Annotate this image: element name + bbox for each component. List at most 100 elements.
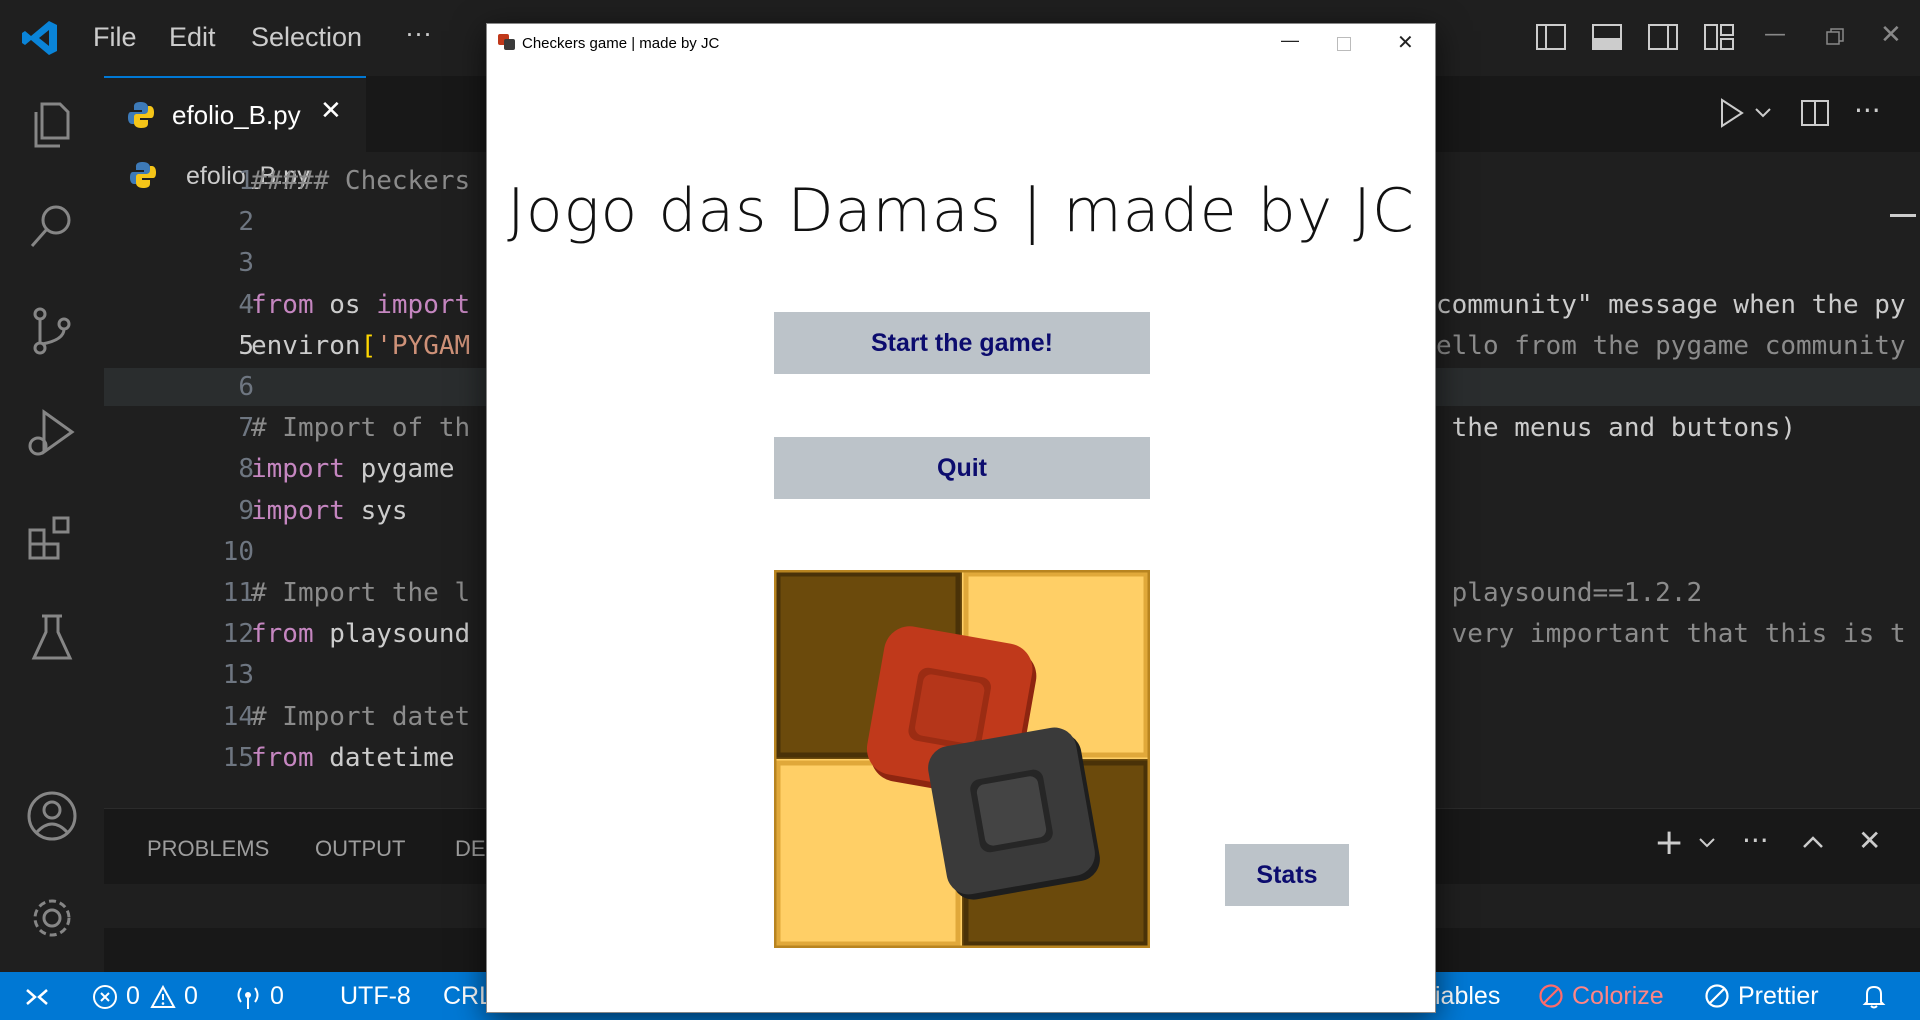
variables-status[interactable]: iables <box>1435 982 1500 1011</box>
testing-icon[interactable] <box>22 608 82 668</box>
line-number: 13 <box>222 660 254 691</box>
minimap-slider[interactable] <box>1890 214 1916 217</box>
tab-close-icon[interactable]: ✕ <box>320 96 342 126</box>
warning-icon[interactable] <box>150 984 176 1010</box>
run-debug-icon[interactable] <box>22 402 82 462</box>
error-icon[interactable] <box>92 984 118 1010</box>
tab-efolio-b[interactable]: efolio_B.py ✕ <box>104 76 366 152</box>
python-file-icon <box>128 102 154 128</box>
code-token: import <box>251 495 345 526</box>
menu-file[interactable]: File <box>93 22 137 53</box>
search-icon[interactable] <box>22 196 82 256</box>
code-line: import sys <box>251 496 408 526</box>
notifications-bell-icon[interactable] <box>1860 982 1888 1010</box>
close-panel-icon[interactable]: ✕ <box>1858 824 1881 857</box>
code-token: from <box>251 289 314 320</box>
maximize-panel-icon[interactable] <box>1800 830 1826 856</box>
explorer-icon[interactable] <box>22 94 82 154</box>
prettier-status[interactable]: Prettier <box>1738 982 1819 1011</box>
line-number: 15 <box>222 742 254 773</box>
settings-gear-icon[interactable] <box>22 888 82 948</box>
toggle-secondary-sidebar-icon[interactable] <box>1646 20 1680 54</box>
code-line: ##### Checkers <box>251 166 470 196</box>
menu-selection[interactable]: Selection <box>251 22 362 53</box>
remote-icon[interactable] <box>22 982 52 1012</box>
line-number: 7 <box>238 413 254 444</box>
game-maximize-icon[interactable] <box>1337 37 1351 51</box>
stats-button[interactable]: Stats <box>1225 844 1349 906</box>
code-line: # Import of th <box>251 413 470 443</box>
line-number: 11 <box>222 578 254 608</box>
game-window: Checkers game | made by JC — ✕ Jogo das … <box>486 23 1436 1013</box>
chevron-down-icon[interactable] <box>1696 834 1718 852</box>
tab-debug-console[interactable]: DE <box>455 836 486 862</box>
code-token: 'PYGAM <box>376 330 471 361</box>
tab-output[interactable]: OUTPUT <box>315 836 405 862</box>
colorize-disabled-icon[interactable] <box>1538 983 1564 1009</box>
code-token: pygame <box>344 454 471 485</box>
code-token: ##### Checkers <box>251 166 471 196</box>
code-token: os <box>313 289 377 320</box>
run-file-icon[interactable] <box>1716 96 1746 130</box>
ports-count[interactable]: 0 <box>270 982 284 1011</box>
start-game-button[interactable]: Start the game! <box>774 312 1150 374</box>
code-token: sys <box>344 495 408 526</box>
code-line-tail: very important that this is t <box>1436 619 1906 649</box>
code-line: from playsound <box>251 619 470 649</box>
checkers-app-icon <box>498 34 515 50</box>
toggle-primary-sidebar-icon[interactable] <box>1534 20 1568 54</box>
accounts-icon[interactable] <box>22 786 82 846</box>
ports-broadcast-icon[interactable] <box>234 983 262 1011</box>
code-line: import pygame <box>251 454 470 484</box>
checkers-board-logo <box>774 570 1150 948</box>
colorize-status[interactable]: Colorize <box>1572 982 1664 1011</box>
customize-layout-icon[interactable] <box>1702 20 1736 54</box>
encoding-status[interactable]: UTF-8 <box>340 982 411 1011</box>
code-line: # Import the l <box>251 578 470 608</box>
game-heading: Jogo das Damas | made by JC <box>507 176 1415 246</box>
code-token: playsound <box>313 619 471 650</box>
source-control-icon[interactable] <box>22 300 82 360</box>
line-number: 12 <box>222 619 254 650</box>
code-token: import <box>376 289 471 320</box>
code-token: from <box>251 619 314 650</box>
line-number: 10 <box>222 536 254 567</box>
quit-button[interactable]: Quit <box>774 437 1150 499</box>
code-token: from <box>251 742 314 773</box>
code-token: # Import the l <box>251 578 471 608</box>
code-token: datetime <box>313 742 471 773</box>
game-minimize-icon[interactable]: — <box>1281 30 1299 51</box>
menu-more[interactable]: ··· <box>405 18 432 49</box>
code-token: environ <box>251 330 361 361</box>
code-token: community" message when the py <box>1436 289 1906 320</box>
menu-edit[interactable]: Edit <box>169 22 216 53</box>
minimize-window-icon[interactable]: — <box>1764 22 1786 47</box>
python-file-icon <box>130 162 156 188</box>
line-number: 1 <box>238 166 254 196</box>
new-terminal-icon[interactable]: + <box>1654 822 1684 863</box>
error-count[interactable]: 0 <box>126 982 140 1011</box>
code-token: # Import of th <box>251 413 471 444</box>
prettier-icon[interactable] <box>1704 983 1730 1009</box>
code-line: from datetime <box>251 743 470 773</box>
close-window-icon[interactable]: ✕ <box>1880 20 1902 50</box>
vscode-logo-icon <box>22 21 57 55</box>
code-line: # Import datet <box>251 702 470 732</box>
more-actions-icon[interactable]: ··· <box>1854 94 1881 127</box>
activity-bar <box>0 76 104 972</box>
restore-window-icon[interactable] <box>1824 26 1846 48</box>
game-window-titlebar[interactable]: Checkers game | made by JC — ✕ <box>487 24 1435 62</box>
game-window-title: Checkers game | made by JC <box>522 35 720 52</box>
chevron-down-icon[interactable] <box>1752 104 1774 122</box>
line-number: 6 <box>238 372 254 402</box>
extensions-icon[interactable] <box>22 506 82 566</box>
warning-count[interactable]: 0 <box>184 982 198 1011</box>
game-close-icon[interactable]: ✕ <box>1397 30 1414 55</box>
tab-problems[interactable]: PROBLEMS <box>147 836 269 862</box>
panel-more-icon[interactable]: ··· <box>1742 824 1769 857</box>
toggle-panel-icon[interactable] <box>1590 20 1624 54</box>
split-editor-icon[interactable] <box>1798 96 1832 130</box>
code-token: the menus and buttons) <box>1436 413 1797 444</box>
code-line-tail: community" message when the py <box>1436 290 1906 320</box>
line-number: 5 <box>238 330 254 361</box>
